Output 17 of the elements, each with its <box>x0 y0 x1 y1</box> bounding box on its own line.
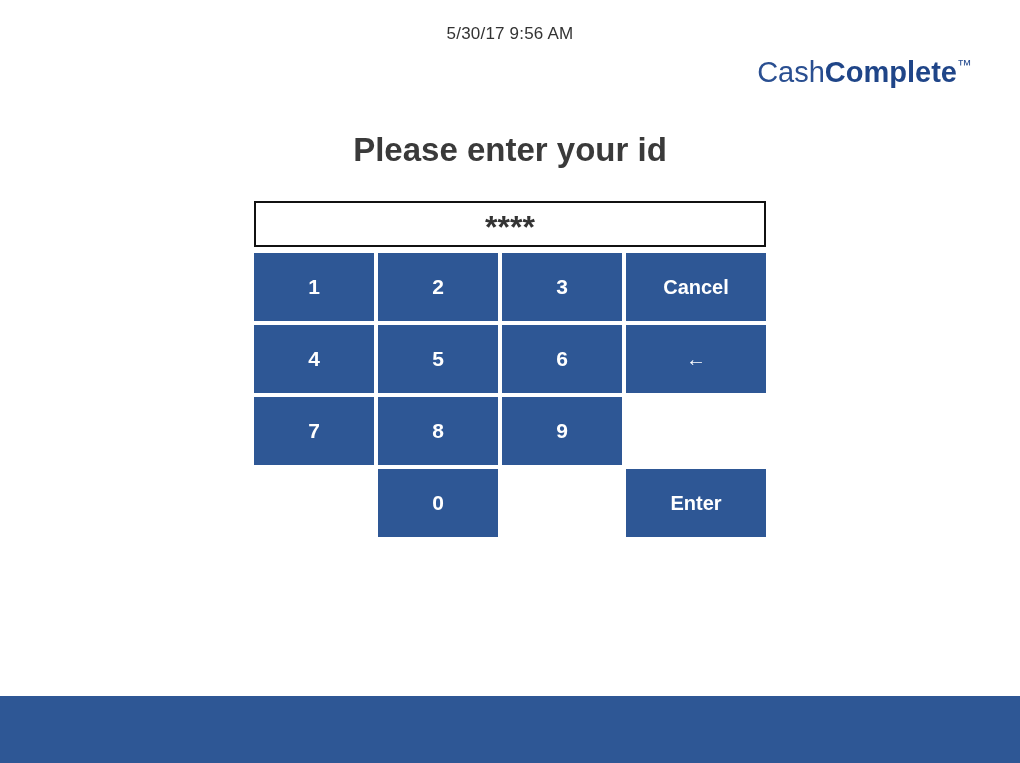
logo: CashComplete$^{™}$ <box>757 55 972 90</box>
id-input-field[interactable]: **** <box>254 201 766 247</box>
digit-key[interactable]: 5 <box>378 325 498 393</box>
digit-key[interactable]: 4 <box>254 325 374 393</box>
keypad-button[interactable]: Cancel <box>626 253 766 321</box>
digit-key[interactable]: 6 <box>502 325 622 393</box>
digit-key[interactable]: 3 <box>502 253 622 321</box>
digit-key[interactable]: 1 <box>254 253 374 321</box>
digit-key[interactable]: 8 <box>378 397 498 465</box>
digit-key[interactable]: 7 <box>254 397 374 465</box>
keypad-button[interactable]: Enter <box>626 469 766 537</box>
date-time: 5/30/17 9:56 AM <box>446 24 574 44</box>
digit-key[interactable]: 9 <box>502 397 622 465</box>
digit-key[interactable]: 2 <box>378 253 498 321</box>
keypad-button[interactable]: ← <box>626 325 766 393</box>
digit-key[interactable]: 0 <box>378 469 498 537</box>
prompt-title: Please enter your id <box>353 130 667 170</box>
